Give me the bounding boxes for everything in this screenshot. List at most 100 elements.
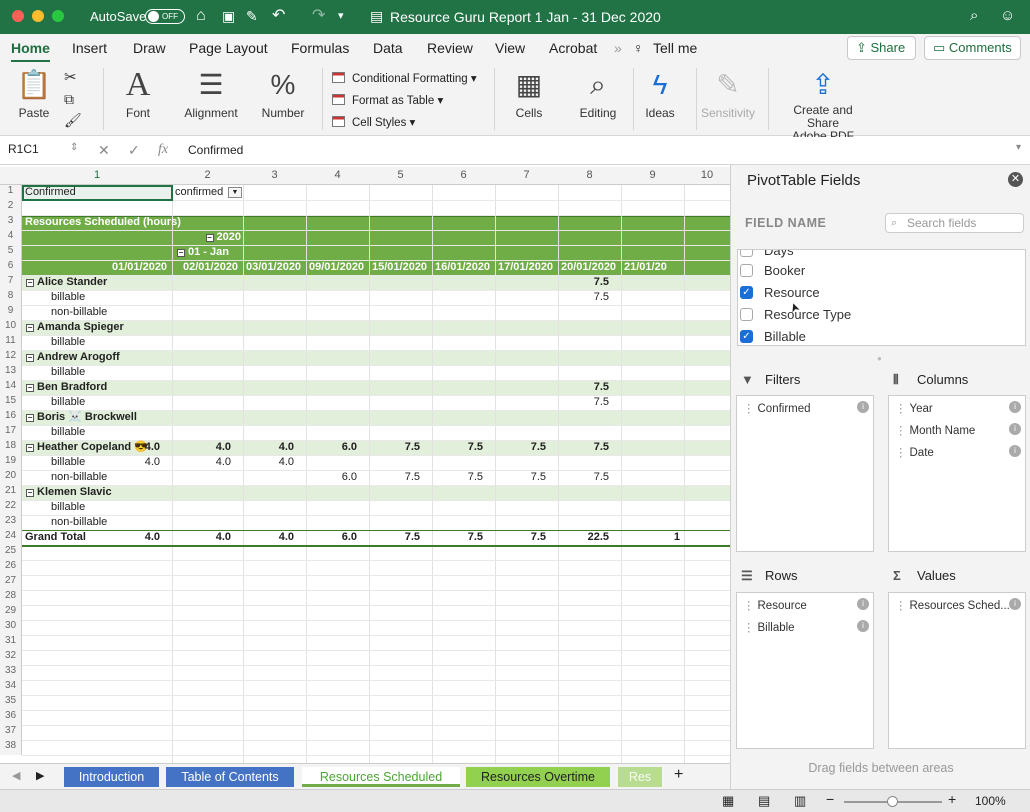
zoom-in-icon[interactable]: + (948, 792, 956, 807)
row-header[interactable]: 13 (0, 365, 22, 380)
tab-acrobat[interactable]: Acrobat (549, 40, 597, 56)
tell-me-search[interactable]: Tell me (653, 40, 697, 56)
autosave-toggle[interactable]: OFF (145, 9, 185, 24)
function-icon[interactable]: fx (158, 142, 168, 158)
row-header[interactable]: 5 (0, 245, 22, 260)
row-header[interactable]: 16 (0, 410, 22, 425)
row-header[interactable]: 29 (0, 605, 22, 620)
info-icon[interactable]: i (857, 598, 869, 610)
format-painter-icon[interactable]: 🖌 (64, 112, 82, 129)
collapse-resource-icon[interactable]: − (26, 444, 34, 452)
zoom-out-icon[interactable]: − (826, 792, 834, 807)
row-header[interactable]: 9 (0, 305, 22, 320)
row-header[interactable]: 32 (0, 650, 22, 665)
save-icon[interactable]: ▣ (222, 6, 235, 26)
conditional-formatting-button[interactable]: Conditional Formatting ▾ (332, 71, 477, 85)
copy-icon[interactable]: ⧉ (64, 91, 74, 108)
values-area[interactable]: ⋮ Resources Sched... i (888, 592, 1026, 749)
info-icon[interactable]: i (857, 401, 869, 413)
row-header[interactable]: 10 (0, 320, 22, 335)
zoom-level[interactable]: 100% (975, 794, 1006, 809)
drag-handle-icon[interactable]: ⋮ (895, 600, 907, 612)
column-header[interactable]: 4 (306, 169, 369, 181)
collapse-resource-icon[interactable]: − (26, 489, 34, 497)
column-header[interactable]: 2 (172, 169, 243, 181)
next-sheet-icon[interactable]: ▶ (36, 769, 44, 784)
row-header[interactable]: 20 (0, 470, 22, 485)
drag-handle-icon[interactable]: ⋮ (743, 403, 755, 415)
formula-input[interactable]: Confirmed (188, 143, 243, 157)
minimize-window-button[interactable] (32, 10, 44, 22)
collapse-resource-icon[interactable]: − (26, 414, 34, 422)
normal-view-icon[interactable]: ▦ (722, 793, 734, 808)
page-break-view-icon[interactable]: ▥ (794, 793, 806, 808)
rows-area-item[interactable]: ⋮ Resource i (743, 598, 869, 612)
close-window-button[interactable] (12, 10, 24, 22)
row-header[interactable]: 7 (0, 275, 22, 290)
column-header[interactable]: 8 (558, 169, 621, 181)
add-sheet-icon[interactable]: + (674, 767, 683, 783)
row-header[interactable]: 19 (0, 455, 22, 470)
tab-review[interactable]: Review (427, 40, 473, 56)
column-header[interactable]: 9 (621, 169, 684, 181)
cell-styles-button[interactable]: Cell Styles ▾ (332, 115, 415, 129)
spreadsheet-grid[interactable]: 1 2 3 4 5 6 7 8 9 10 1 2 3 4 5 6 7 8 9 10 11 12 13 14 15 16 17 18 19… (0, 167, 730, 763)
columns-area-item[interactable]: ⋮ Year i (895, 401, 1021, 415)
tab-resources-scheduled[interactable]: Resources Scheduled (302, 767, 460, 787)
row-header[interactable]: 21 (0, 485, 22, 500)
drag-handle-icon[interactable]: ⋮ (895, 447, 907, 459)
drag-handle-icon[interactable]: ⋮ (743, 600, 755, 612)
row-header[interactable]: 28 (0, 590, 22, 605)
info-icon[interactable]: i (857, 620, 869, 632)
enter-icon[interactable]: ✓ (128, 142, 140, 159)
more-tabs-icon[interactable]: » (614, 40, 622, 56)
tab-formulas[interactable]: Formulas (291, 40, 349, 56)
tab-data[interactable]: Data (373, 40, 403, 56)
info-icon[interactable]: i (1009, 423, 1021, 435)
row-header[interactable]: 4 (0, 230, 22, 245)
tab-insert[interactable]: Insert (72, 40, 107, 56)
row-header[interactable]: 31 (0, 635, 22, 650)
field-item[interactable]: Booker (740, 261, 805, 281)
search-icon[interactable]: ⌕ (970, 6, 978, 26)
name-box-stepper-icon[interactable]: ⇕ (70, 142, 78, 153)
tab-table-of-contents[interactable]: Table of Contents (166, 767, 294, 787)
row-header[interactable]: 25 (0, 545, 22, 560)
collapse-year-icon[interactable]: − (205, 234, 214, 242)
share-button[interactable]: ⇪ Share (847, 36, 916, 60)
column-header[interactable]: 1 (22, 169, 172, 181)
row-header[interactable]: 27 (0, 575, 22, 590)
row-header[interactable]: 14 (0, 380, 22, 395)
values-area-item[interactable]: ⋮ Resources Sched... i (895, 598, 1021, 612)
row-header[interactable]: 12 (0, 350, 22, 365)
prev-sheet-icon[interactable]: ◀ (12, 769, 20, 784)
row-header[interactable]: 11 (0, 335, 22, 350)
tab-view[interactable]: View (495, 40, 525, 56)
row-header[interactable]: 17 (0, 425, 22, 440)
tab-introduction[interactable]: Introduction (64, 767, 159, 787)
undo-icon[interactable]: ↶ (272, 6, 285, 26)
cancel-icon[interactable]: ✕ (98, 142, 110, 159)
field-checkbox[interactable]: ✓ (740, 286, 753, 299)
tab-res[interactable]: Res (618, 767, 662, 787)
field-checkbox[interactable]: ✓ (740, 330, 753, 343)
field-item[interactable]: Days (740, 250, 794, 261)
field-item[interactable]: ✓ Billable (740, 327, 806, 345)
row-header[interactable]: 33 (0, 665, 22, 680)
number-button[interactable]: % Number (258, 68, 308, 120)
format-as-table-button[interactable]: Format as Table ▾ (332, 93, 443, 107)
row-header[interactable]: 37 (0, 725, 22, 740)
editing-button[interactable]: ⌕ Editing (575, 68, 621, 120)
zoom-window-button[interactable] (52, 10, 64, 22)
comments-button[interactable]: ▭ Comments (924, 36, 1021, 60)
info-icon[interactable]: i (1009, 598, 1021, 610)
edit-icon[interactable]: ✎ (246, 6, 258, 26)
customize-toolbar-icon[interactable]: ▾ (338, 6, 344, 26)
row-header[interactable]: 2 (0, 200, 22, 215)
close-pane-icon[interactable]: ✕ (1008, 172, 1023, 187)
rows-area-item[interactable]: ⋮ Billable i (743, 620, 869, 634)
redo-icon[interactable]: ↷ (312, 6, 325, 26)
row-header[interactable]: 34 (0, 680, 22, 695)
row-header[interactable]: 18 (0, 440, 22, 455)
drag-handle-icon[interactable]: ⋮ (895, 403, 907, 415)
